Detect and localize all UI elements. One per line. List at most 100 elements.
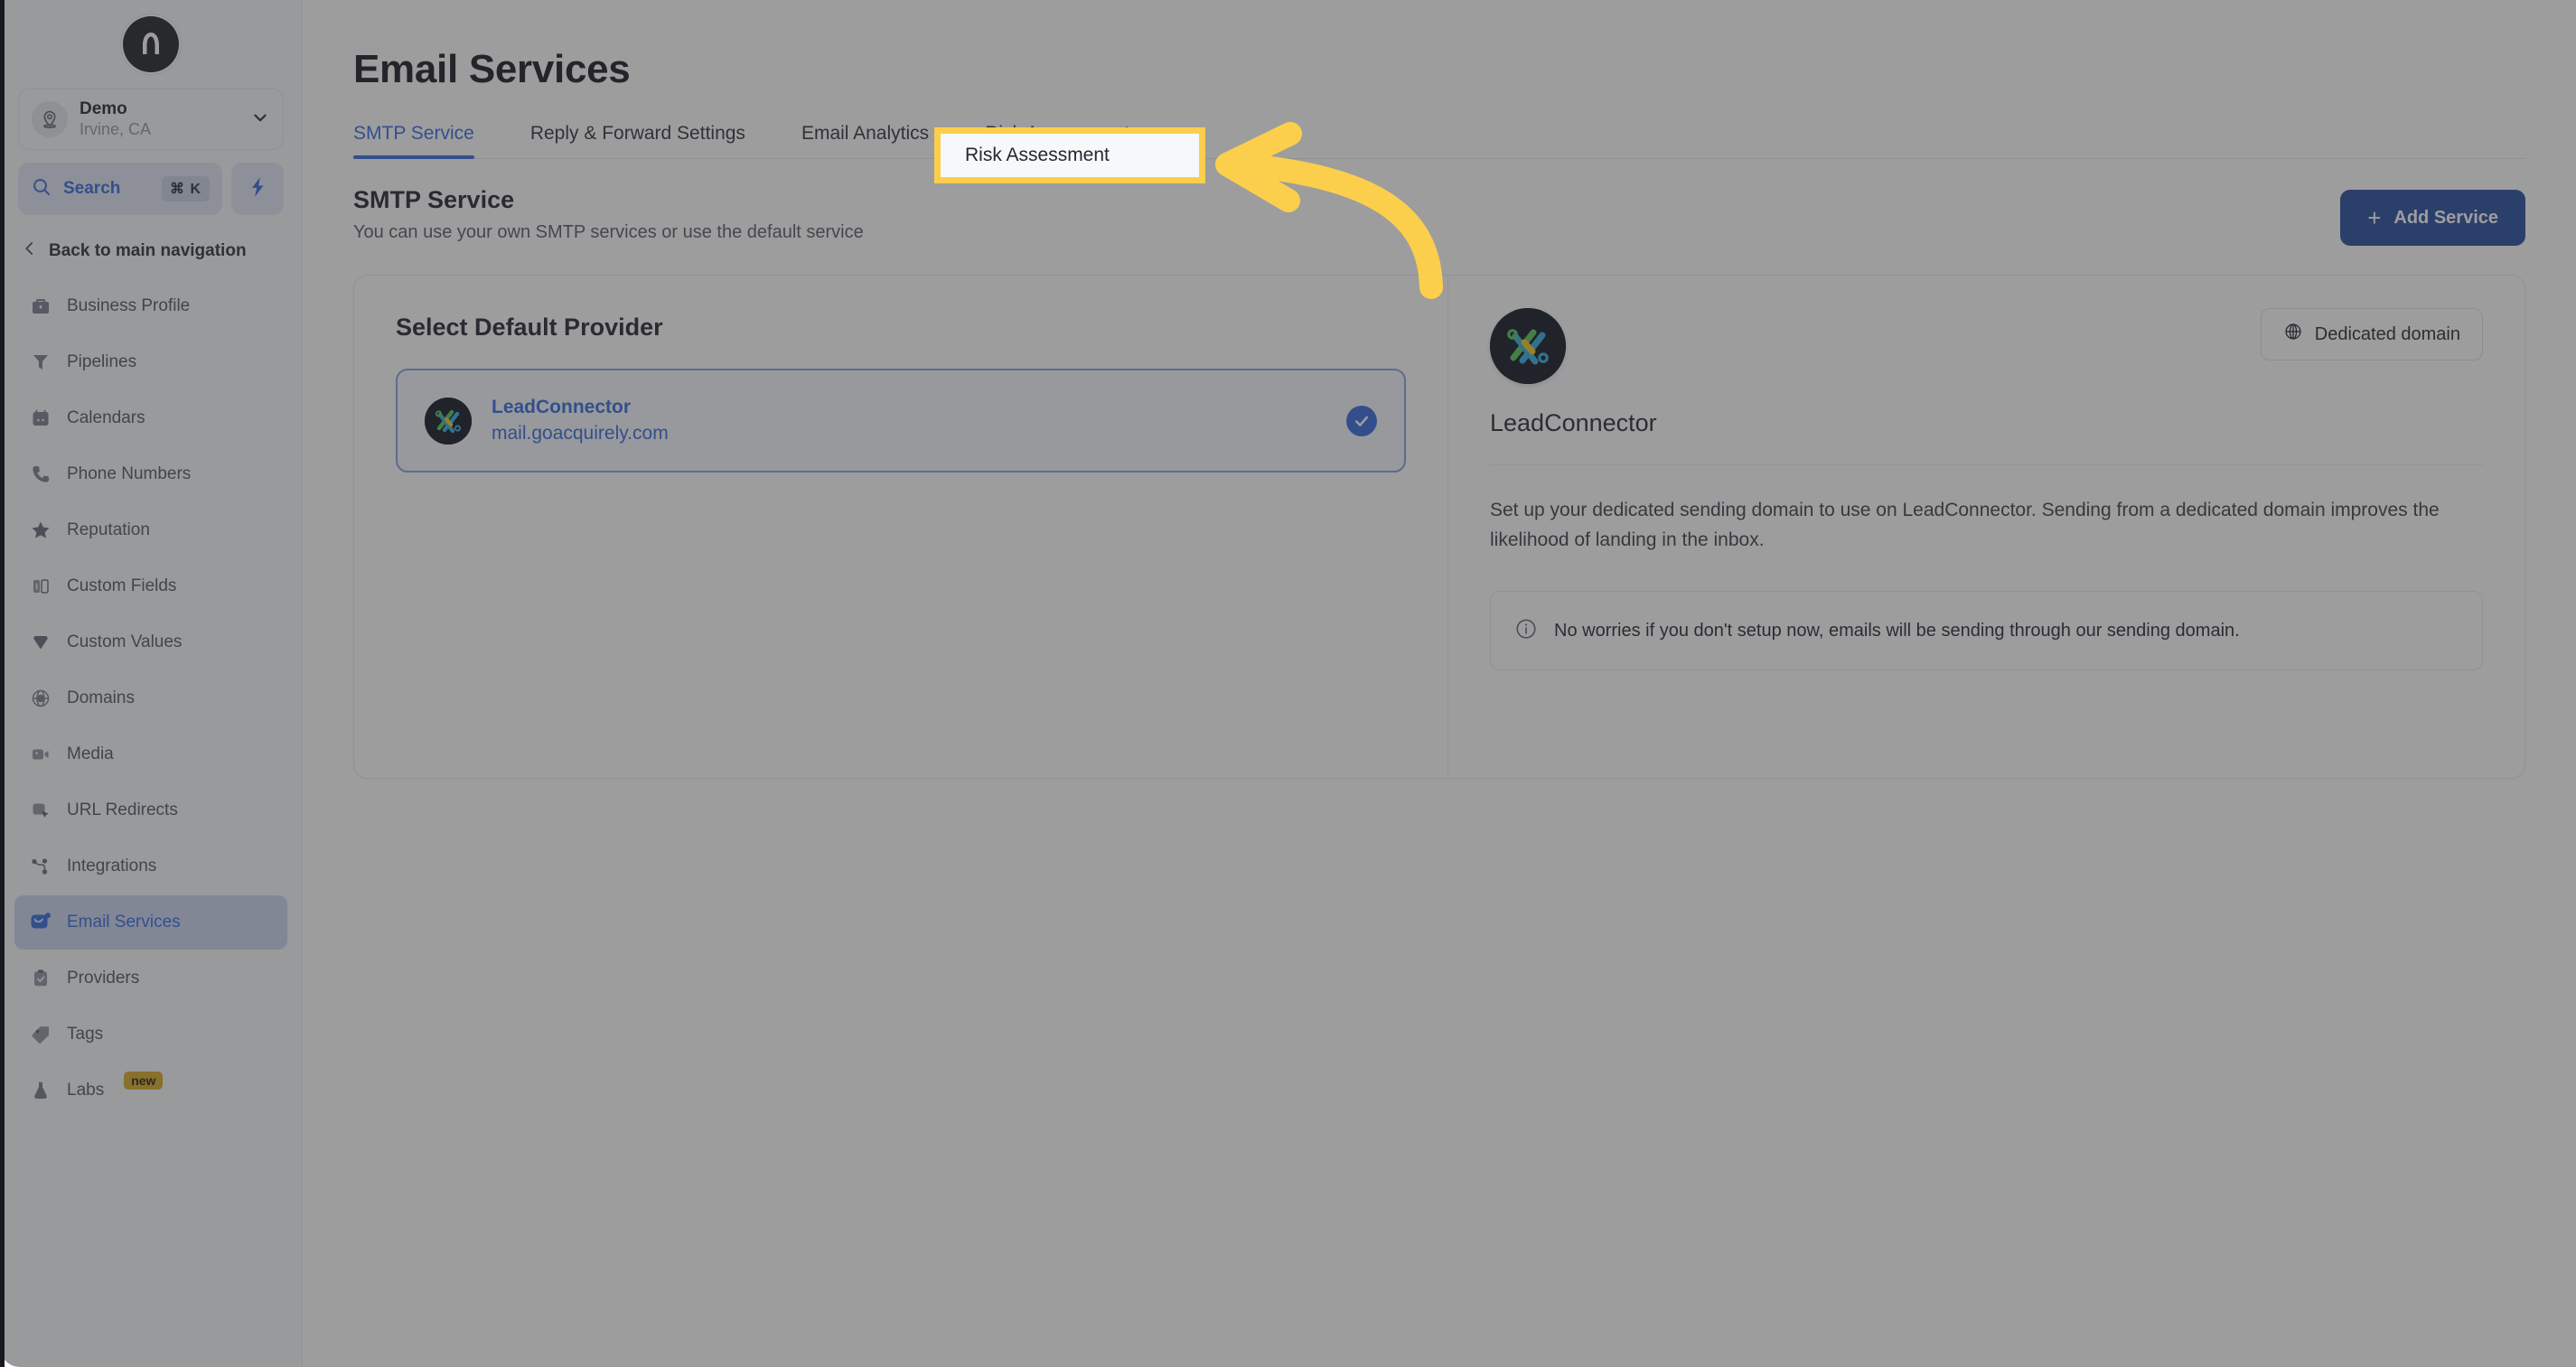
sidebar-item-media[interactable]: Media	[14, 727, 287, 782]
account-location: Irvine, CA	[80, 119, 152, 138]
tab-reply-forward-settings[interactable]: Reply & Forward Settings	[502, 123, 773, 158]
chevron-down-icon[interactable]	[250, 108, 270, 132]
sidebar-item-label: URL Redirects	[67, 801, 178, 819]
rocket-logo-icon	[123, 16, 179, 72]
divider	[1490, 464, 2483, 465]
tab-bar: SMTP Service Reply & Forward Settings Em…	[353, 123, 2525, 159]
leadconnector-logo-icon	[425, 397, 472, 445]
sidebar-item-label: Phone Numbers	[67, 464, 192, 483]
application-window: Demo Irvine, CA Search ⌘ K Back to main …	[0, 0, 2576, 1367]
section-title: SMTP Service	[353, 186, 515, 213]
sidebar-item-label: Custom Fields	[67, 576, 177, 595]
provider-selection-panel: Select Default Provider LeadConnector ma…	[354, 276, 1447, 778]
sidebar-item-calendars[interactable]: Calendars	[14, 391, 287, 445]
clipboard-check-icon	[27, 965, 54, 992]
sidebar-item-label: Reputation	[67, 520, 150, 539]
tab-label: SMTP Service	[353, 123, 474, 144]
page-title: Email Services	[353, 47, 631, 91]
search-icon	[31, 176, 52, 202]
select-provider-title: Select Default Provider	[396, 314, 663, 341]
back-to-main-navigation[interactable]: Back to main navigation	[14, 231, 287, 270]
provider-name: LeadConnector	[492, 397, 632, 418]
info-circle-icon	[1514, 617, 1538, 645]
quick-action-button[interactable]	[231, 163, 284, 215]
detail-provider-name: LeadConnector	[1490, 409, 1657, 436]
search-input[interactable]: Search ⌘ K	[18, 163, 222, 215]
tab-email-analytics[interactable]: Email Analytics	[773, 123, 957, 158]
sidebar-item-label: Labs	[67, 1081, 105, 1100]
sidebar-item-email-services[interactable]: Email Services	[14, 895, 287, 950]
account-info: Demo Irvine, CA	[80, 98, 239, 139]
check-circle-icon	[1346, 405, 1377, 436]
sidebar-item-label: Custom Values	[67, 632, 183, 651]
phone-icon	[27, 461, 54, 488]
section-header: SMTP Service You can use your own SMTP s…	[353, 186, 2525, 246]
leadconnector-logo-icon	[1490, 308, 1566, 384]
search-label: Search	[63, 179, 121, 198]
plus-icon: +	[2367, 204, 2382, 231]
sidebar-item-url-redirects[interactable]: URL Redirects	[14, 783, 287, 838]
briefcase-icon	[27, 293, 54, 320]
tab-label: Email Analytics	[801, 123, 930, 144]
sidebar: Demo Irvine, CA Search ⌘ K Back to main …	[0, 0, 303, 1367]
sidebar-item-labs[interactable]: Labs new	[14, 1063, 287, 1118]
info-banner-text: No worries if you don't setup now, email…	[1554, 620, 2240, 641]
add-service-label: Add Service	[2393, 207, 2498, 228]
back-nav-label: Back to main navigation	[49, 240, 247, 260]
globe-icon	[2283, 322, 2303, 347]
smtp-service-card: Select Default Provider LeadConnector ma…	[353, 275, 2525, 779]
provider-option-leadconnector[interactable]: LeadConnector mail.goacquirely.com	[396, 369, 1406, 473]
globe-icon	[27, 685, 54, 712]
main-content: Email Services SMTP Service Reply & Forw…	[303, 0, 2576, 1367]
sidebar-item-label: Pipelines	[67, 352, 137, 371]
info-banner: No worries if you don't setup now, email…	[1490, 591, 2483, 671]
sidebar-item-label: Business Profile	[67, 296, 191, 315]
star-icon	[27, 517, 54, 544]
calendar-icon	[27, 405, 54, 432]
add-service-button[interactable]: + Add Service	[2340, 190, 2525, 246]
sidebar-item-label: Calendars	[67, 408, 145, 427]
tab-smtp-service[interactable]: SMTP Service	[353, 123, 502, 159]
account-switcher[interactable]: Demo Irvine, CA	[18, 89, 284, 150]
sidebar-item-custom-values[interactable]: Custom Values	[14, 615, 287, 669]
video-camera-icon	[27, 741, 54, 768]
highlight-label: Risk Assessment	[965, 145, 1110, 165]
labs-new-badge: new	[124, 1072, 164, 1090]
brand-logo[interactable]	[14, 0, 287, 83]
sidebar-item-phone-numbers[interactable]: Phone Numbers	[14, 447, 287, 501]
cursor-click-icon	[27, 797, 54, 824]
dedicated-domain-button[interactable]: Dedicated domain	[2260, 308, 2483, 360]
risk-assessment-highlight[interactable]: Risk Assessment	[934, 127, 1205, 183]
provider-info: LeadConnector mail.goacquirely.com	[492, 395, 1326, 446]
section-subtitle: You can use your own SMTP services or us…	[353, 222, 864, 242]
nodes-icon	[27, 853, 54, 880]
sidebar-item-label: Media	[67, 744, 114, 763]
location-pin-icon	[32, 101, 68, 137]
sidebar-item-reputation[interactable]: Reputation	[14, 503, 287, 557]
dedicated-domain-label: Dedicated domain	[2314, 323, 2460, 344]
search-shortcut: ⌘ K	[162, 176, 210, 201]
sidebar-item-label: Providers	[67, 969, 140, 988]
sidebar-item-tags[interactable]: Tags	[14, 1007, 287, 1062]
tag-icon	[27, 1021, 54, 1048]
window-left-edge	[0, 0, 5, 1367]
tab-label: Reply & Forward Settings	[529, 123, 745, 144]
provider-domain: mail.goacquirely.com	[492, 422, 669, 444]
sidebar-item-business-profile[interactable]: Business Profile	[14, 279, 287, 333]
sidebar-item-integrations[interactable]: Integrations	[14, 839, 287, 894]
gem-icon	[27, 629, 54, 656]
sidebar-item-domains[interactable]: Domains	[14, 671, 287, 726]
sidebar-item-pipelines[interactable]: Pipelines	[14, 335, 287, 389]
sidebar-item-label: Email Services	[67, 913, 181, 932]
sidebar-item-providers[interactable]: Providers	[14, 951, 287, 1006]
search-row: Search ⌘ K	[18, 163, 284, 215]
columns-icon	[27, 573, 54, 600]
funnel-icon	[27, 349, 54, 376]
chevron-left-icon	[22, 240, 38, 261]
sidebar-item-custom-fields[interactable]: Custom Fields	[14, 559, 287, 613]
provider-detail-panel: Dedicated domain LeadConnector Set up yo…	[1447, 276, 2524, 778]
sidebar-item-label: Tags	[67, 1025, 104, 1044]
detail-description: Set up your dedicated sending domain to …	[1490, 500, 2440, 550]
lightning-bolt-icon	[246, 175, 269, 203]
envelope-icon	[27, 909, 54, 936]
